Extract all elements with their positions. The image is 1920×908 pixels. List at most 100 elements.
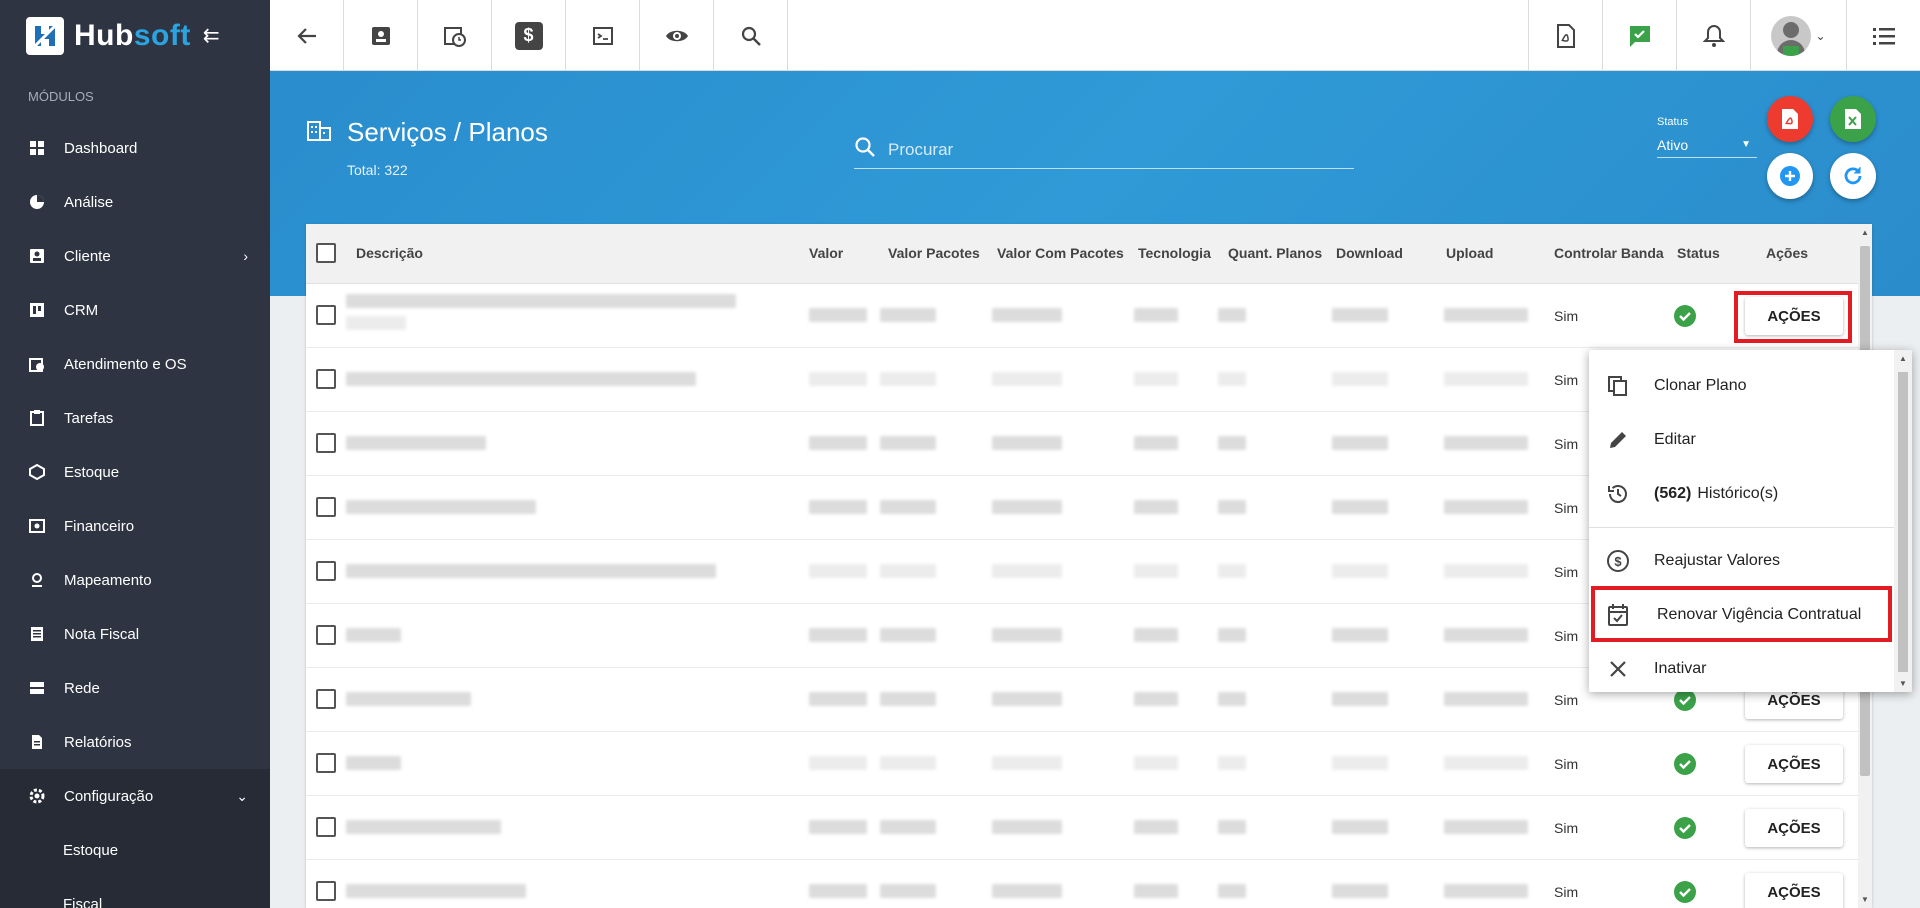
row-checkbox[interactable] xyxy=(316,433,336,453)
total-count: Total: 322 xyxy=(347,162,408,178)
column-header[interactable]: Tecnologia xyxy=(1138,245,1211,261)
gear-icon xyxy=(28,787,46,805)
user-menu-button[interactable]: ⌄ xyxy=(1750,0,1846,71)
column-header[interactable]: Valor Com Pacotes xyxy=(997,245,1124,261)
row-checkbox[interactable] xyxy=(316,625,336,645)
table-row[interactable]: SimAÇÕES xyxy=(306,796,1872,860)
pdf-file-icon xyxy=(1556,23,1575,48)
row-checkbox[interactable] xyxy=(316,497,336,517)
menu-item-label: Histórico(s) xyxy=(1697,485,1779,502)
row-checkbox[interactable] xyxy=(316,369,336,389)
column-header[interactable]: Controlar Banda xyxy=(1554,245,1664,261)
search-button[interactable] xyxy=(714,0,788,71)
sidebar: Hubsoft ⇇ MÓDULOS Dashboard Análise Clie… xyxy=(0,0,270,908)
redacted-cell xyxy=(1218,820,1246,834)
menu-item-renovar-vigencia[interactable]: Renovar Vigência Contratual xyxy=(1589,588,1912,642)
sidebar-item-label: Relatórios xyxy=(64,733,132,751)
sidebar-item-tarefas[interactable]: Tarefas xyxy=(0,391,270,445)
column-header[interactable]: Upload xyxy=(1446,245,1493,261)
redacted-cell xyxy=(992,692,1062,706)
actions-button[interactable]: AÇÕES xyxy=(1745,745,1843,783)
select-all-checkbox[interactable] xyxy=(316,243,336,263)
table-row[interactable]: SimAÇÕES xyxy=(306,732,1872,796)
column-header[interactable]: Status xyxy=(1677,245,1720,261)
menu-item-clonar-plano[interactable]: Clonar Plano xyxy=(1589,359,1912,413)
row-checkbox[interactable] xyxy=(316,881,336,901)
status-select[interactable]: Status Ativo ▼ xyxy=(1657,116,1757,158)
sidebar-item-label: Estoque xyxy=(64,463,120,481)
redacted-cell xyxy=(1218,500,1246,514)
tasks-done-button[interactable] xyxy=(1602,0,1676,71)
search-input[interactable] xyxy=(888,139,1328,160)
column-header[interactable]: Download xyxy=(1336,245,1403,261)
column-header[interactable]: Valor Pacotes xyxy=(888,245,980,261)
redacted-cell xyxy=(1332,372,1388,386)
column-header[interactable]: Quant. Planos xyxy=(1228,245,1322,261)
sidebar-item-cliente[interactable]: Cliente › xyxy=(0,229,270,283)
sidebar-item-dashboard[interactable]: Dashboard xyxy=(0,121,270,175)
menu-item-inativar[interactable]: Inativar xyxy=(1589,642,1912,692)
redacted-cell xyxy=(809,564,867,578)
row-checkbox[interactable] xyxy=(316,305,336,325)
sidebar-item-label: Tarefas xyxy=(64,409,114,427)
pdf-file-icon xyxy=(1782,109,1798,129)
column-header[interactable]: Descrição xyxy=(356,245,423,261)
table-row[interactable]: SimAÇÕES xyxy=(306,284,1872,348)
sidebar-item-mapeamento[interactable]: Mapeamento xyxy=(0,553,270,607)
view-button[interactable] xyxy=(640,0,714,71)
sidebar-subitem-fiscal[interactable]: Fiscal xyxy=(0,877,270,908)
finance-button[interactable]: $ xyxy=(492,0,566,71)
export-pdf-button[interactable] xyxy=(1767,96,1813,142)
scrollbar-thumb[interactable] xyxy=(1898,372,1908,672)
sidebar-item-rede[interactable]: Rede xyxy=(0,661,270,715)
row-checkbox[interactable] xyxy=(316,753,336,773)
sidebar-item-crm[interactable]: CRM xyxy=(0,283,270,337)
column-header[interactable]: Valor xyxy=(809,245,843,261)
sidebar-item-nota-fiscal[interactable]: Nota Fiscal xyxy=(0,607,270,661)
pie-chart-icon xyxy=(28,193,46,211)
sidebar-item-estoque[interactable]: Estoque xyxy=(0,445,270,499)
menu-item-editar[interactable]: Editar xyxy=(1589,413,1912,467)
controlar-banda-value: Sim xyxy=(1554,628,1579,644)
collapse-menu-icon[interactable]: ⇇ xyxy=(203,23,220,48)
table-row[interactable]: SimAÇÕES xyxy=(306,860,1872,908)
scroll-down-icon[interactable]: ▼ xyxy=(1899,679,1907,688)
menu-item-historico[interactable]: (562) Histórico(s) xyxy=(1589,467,1912,521)
redacted-cell xyxy=(809,628,867,642)
export-excel-button[interactable] xyxy=(1830,96,1876,142)
contacts-button[interactable] xyxy=(344,0,418,71)
section-label: MÓDULOS xyxy=(28,89,94,104)
redacted-description xyxy=(346,316,406,330)
actions-button[interactable]: AÇÕES xyxy=(1745,873,1843,908)
sidebar-item-relatorios[interactable]: Relatórios xyxy=(0,715,270,769)
sidebar-item-atendimento[interactable]: Atendimento e OS xyxy=(0,337,270,391)
notifications-button[interactable] xyxy=(1676,0,1750,71)
row-checkbox[interactable] xyxy=(316,689,336,709)
search-bar xyxy=(854,131,1354,169)
schedule-button[interactable] xyxy=(418,0,492,71)
controlar-banda-value: Sim xyxy=(1554,436,1579,452)
sidebar-item-configuracao[interactable]: Configuração ⌄ xyxy=(0,769,270,823)
menu-scrollbar[interactable]: ▲ ▼ xyxy=(1894,350,1912,692)
sidebar-item-financeiro[interactable]: Financeiro xyxy=(0,499,270,553)
redacted-cell xyxy=(880,884,936,898)
menu-button[interactable] xyxy=(1846,0,1920,71)
actions-button[interactable]: AÇÕES xyxy=(1745,809,1843,847)
chat-check-icon xyxy=(1629,25,1650,47)
row-checkbox[interactable] xyxy=(316,817,336,837)
back-button[interactable] xyxy=(270,0,344,71)
refresh-button[interactable] xyxy=(1830,153,1876,199)
terminal-button[interactable] xyxy=(566,0,640,71)
redacted-description xyxy=(346,692,471,706)
sidebar-item-analise[interactable]: Análise xyxy=(0,175,270,229)
scroll-up-icon[interactable]: ▲ xyxy=(1899,354,1907,363)
menu-item-reajustar-valores[interactable]: $ Reajustar Valores xyxy=(1589,534,1912,588)
pdf-report-button[interactable] xyxy=(1528,0,1602,71)
menu-item-label: Inativar xyxy=(1654,660,1707,677)
sidebar-subitem-estoque[interactable]: Estoque xyxy=(0,823,270,877)
row-checkbox[interactable] xyxy=(316,561,336,581)
add-plan-button[interactable] xyxy=(1767,153,1813,199)
scroll-up-icon[interactable]: ▲ xyxy=(1861,228,1869,237)
close-icon xyxy=(1606,657,1630,681)
scroll-down-icon[interactable]: ▼ xyxy=(1861,895,1869,904)
